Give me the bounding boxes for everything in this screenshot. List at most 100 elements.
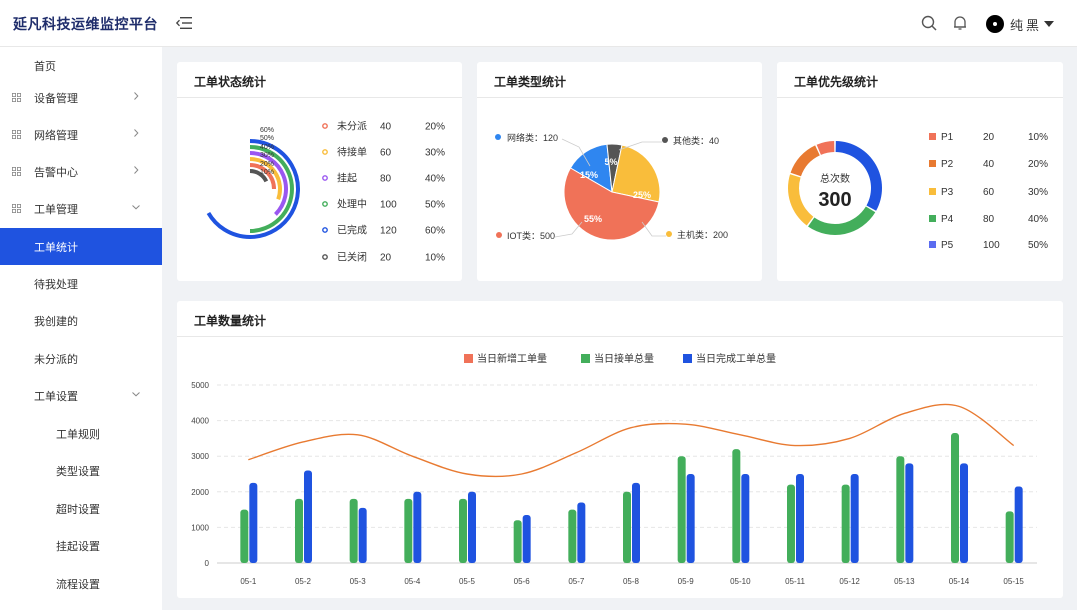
legend-percent: 30% [1028,187,1048,198]
status-radial-chart: 60%50%40%30%20%10%未分派 40 20%待接单 60 30%挂起 80 40… [206,121,445,264]
bar-accepted [732,449,741,563]
x-tick-label: 05-6 [514,577,531,586]
x-tick-label: 05-7 [568,577,585,586]
grid-cell [12,135,17,139]
x-tick-label: 05-3 [350,577,367,586]
search-icon[interactable] [921,15,937,31]
sidebar-item[interactable]: 未分派的 [0,340,162,377]
legend-marker [929,133,936,140]
bell-icon[interactable] [952,15,968,31]
ring-label: 20% [260,161,274,168]
sidebar-item[interactable]: 工单规则 [0,415,162,452]
legend-label: 待接单 [337,146,367,159]
legend-value: 40 [983,159,995,170]
bar-accepted [513,520,522,563]
legend-label: 挂起 [337,172,357,185]
bar-completed [741,474,750,563]
sidebar-item[interactable]: 工单统计 [0,228,162,265]
bar-accepted [568,509,577,563]
sidebar-item[interactable]: 挂起设置 [0,527,162,564]
sidebar-item-label: 我创建的 [34,316,78,328]
legend-percent: 30% [425,148,445,159]
x-tick-label: 05-11 [785,577,805,586]
x-tick-label: 05-1 [240,577,257,586]
bar-completed [577,502,586,563]
legend-label: P4 [941,214,954,225]
grid-cell [12,167,17,172]
legend-marker [581,354,590,363]
grid-cell [17,93,21,98]
donut-center-value: 300 [818,189,851,211]
bar-completed [1014,486,1023,563]
sidebar-item[interactable]: 工单管理 [0,190,162,227]
sidebar: 首页 设备管理 网络管理 告警中心 工单管理 工单统计 待我处理 我创建的 未分派的 工单设置 工单… [0,47,162,610]
sidebar-item[interactable]: 超时设置 [0,490,162,527]
sidebar-item-label: 设备管理 [34,93,78,105]
bar-completed [686,474,695,563]
legend-marker [322,201,328,207]
pie-legend-dot [666,231,672,237]
legend-value: 20 [380,253,392,264]
ring-label: 60% [260,127,274,134]
pie-percent-label: 55% [584,214,602,224]
sidebar-item[interactable]: 告警中心 [0,153,162,190]
bar-accepted [677,456,686,563]
grid-icon [12,167,21,176]
sidebar-item[interactable]: 设备管理 [0,79,162,116]
donut-segment [788,174,814,226]
sidebar-item-label: 待我处理 [34,279,78,291]
legend-value: 80 [983,214,995,225]
x-tick-label: 05-9 [678,577,695,586]
sidebar-item[interactable]: 类型设置 [0,452,162,489]
ring-label: 30% [260,152,274,159]
sidebar-item[interactable]: 待我处理 [0,265,162,302]
menu-fold-icon[interactable] [176,16,192,30]
legend-value: 120 [380,226,397,237]
bar-completed [413,491,422,563]
x-tick-label: 05-4 [404,577,421,586]
bar-accepted [459,498,467,563]
chevron-right-icon [134,92,139,100]
sidebar-item-label: 超时设置 [56,504,100,516]
pie-percent-label: 25% [633,190,651,200]
legend-label: 当日新增工单量 [477,352,547,365]
legend-percent: 40% [1028,214,1048,225]
pie-slice-label: IOT类：500 [507,230,555,241]
sidebar-item-label: 工单设置 [34,391,78,403]
sidebar-item[interactable]: 工单设置 [0,377,162,414]
bar-accepted [240,509,249,563]
bar-accepted [404,498,413,563]
chevron-right-icon [134,129,139,137]
legend-value: 100 [983,240,1000,251]
legend-label: P2 [941,159,954,170]
sidebar-item-label: 工单统计 [34,242,78,254]
bar-completed [358,507,367,563]
legend-marker [322,123,328,129]
bar-completed [632,482,640,563]
sidebar-item-label: 网络管理 [34,130,78,142]
grid-cell [17,130,21,135]
legend-label: 未分派 [337,121,367,133]
sidebar-item[interactable]: 流程设置 [0,565,162,602]
sidebar-item[interactable]: 网络管理 [0,116,162,153]
donut-segment [790,145,820,177]
grid-cell [12,98,17,102]
bar-accepted [787,484,795,563]
pie-legend-dot [495,134,501,140]
grid-cell [17,98,21,102]
legend-label: 已关闭 [337,251,367,264]
y-tick-label: 1000 [191,523,209,532]
legend-marker [322,254,328,260]
priority-donut-chart: 总次数 300 P1 20 10% P2 40 20% P3 60 30% P4 80 40% P5 100 5… [788,132,1048,251]
pie-legend-dot [496,232,502,238]
type-stats-card: 工单类型统计 15% 5% 25% 55% 网络类：120 其他类：40 主机类：200 IO… [477,62,762,281]
legend-percent: 10% [1028,132,1048,143]
legend-percent: 50% [1028,240,1048,251]
legend-label: 已完成 [337,224,367,237]
x-tick-label: 05-5 [459,577,476,586]
grid-cell [17,167,21,172]
sidebar-item[interactable]: 我创建的 [0,302,162,339]
top-header: 延凡科技运维监控平台 纯黑 [0,0,1077,47]
user-menu[interactable]: 纯黑 [986,14,1055,34]
bar-completed [850,474,859,563]
